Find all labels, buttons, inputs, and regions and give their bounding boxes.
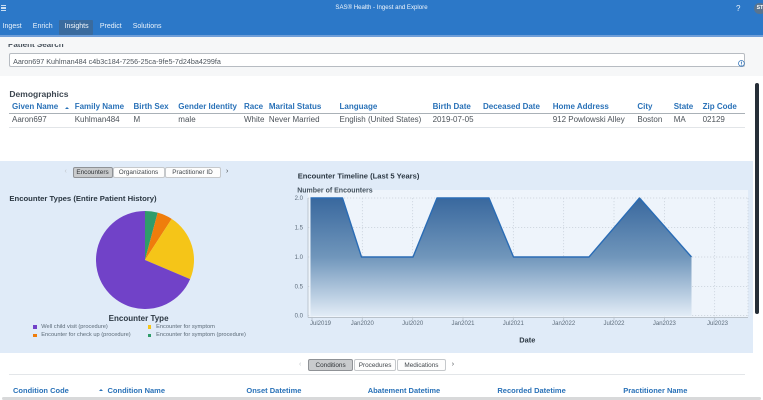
svg-text:Jul2020: Jul2020 <box>402 321 424 327</box>
svg-text:Jul2023: Jul2023 <box>707 321 729 327</box>
svg-text:Jan2020: Jan2020 <box>351 321 375 327</box>
svg-text:0.5: 0.5 <box>295 285 304 291</box>
svg-text:Jul2021: Jul2021 <box>503 321 525 327</box>
svg-text:Jul2022: Jul2022 <box>603 321 625 327</box>
svg-text:Encounter Timeline (Last 5 Yea: Encounter Timeline (Last 5 Years) <box>298 171 420 180</box>
svg-text:Jul2019: Jul2019 <box>310 321 332 327</box>
svg-text:Number of Encounters: Number of Encounters <box>297 187 373 194</box>
svg-text:Jan2023: Jan2023 <box>653 321 677 327</box>
svg-text:Jan2021: Jan2021 <box>451 321 475 327</box>
svg-text:1.5: 1.5 <box>295 226 304 232</box>
svg-text:2.0: 2.0 <box>295 196 304 202</box>
svg-text:Date: Date <box>519 336 535 345</box>
svg-text:0.0: 0.0 <box>295 314 304 320</box>
svg-text:1.0: 1.0 <box>295 255 304 261</box>
svg-text:Jan2022: Jan2022 <box>552 321 576 327</box>
